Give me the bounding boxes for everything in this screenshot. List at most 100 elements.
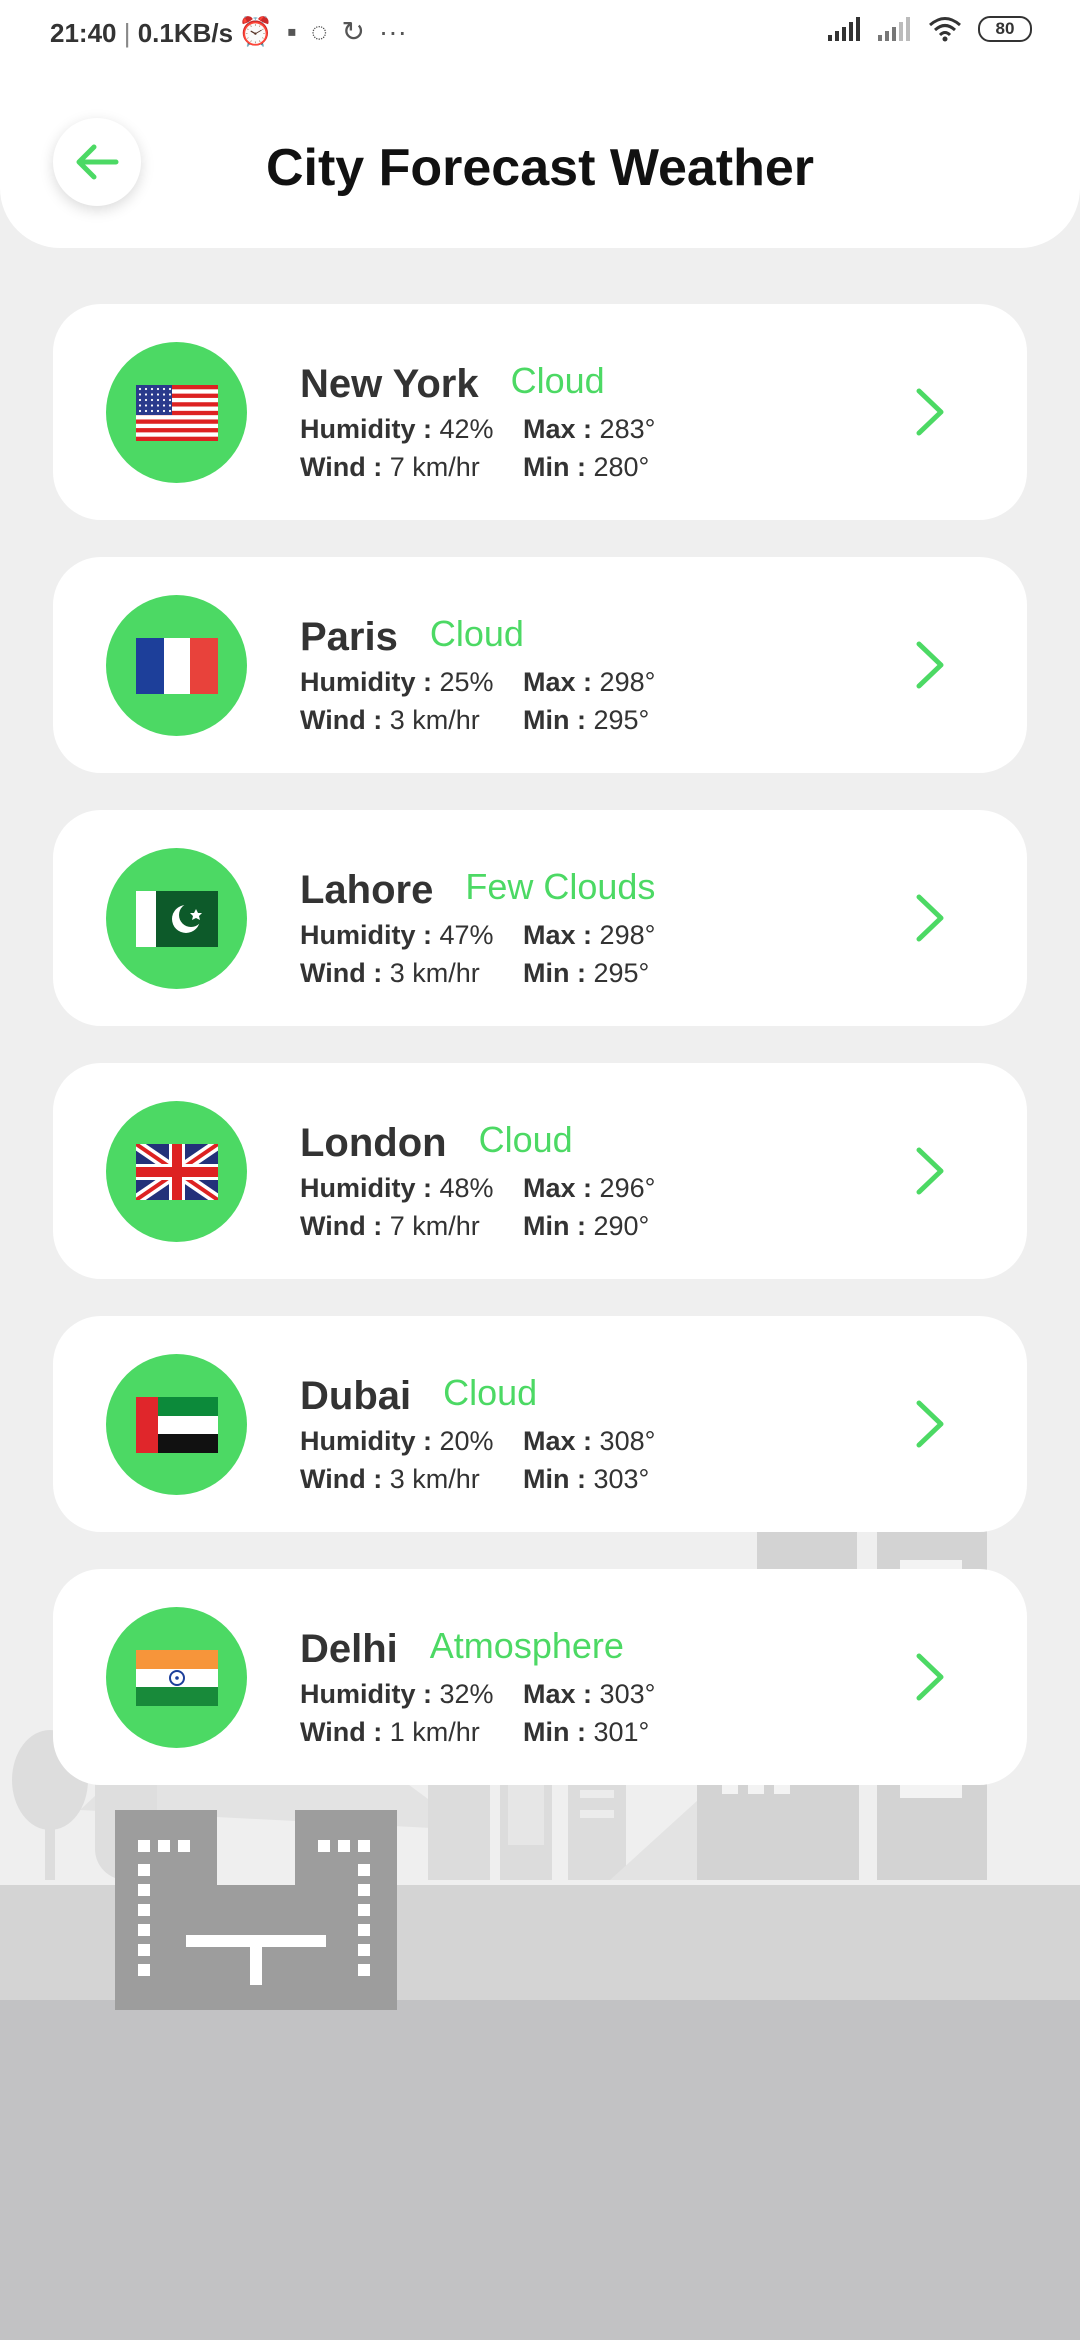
- max-row: Max : 308°: [523, 1426, 655, 1457]
- min-label: Min :: [523, 705, 586, 735]
- humidity-label: Humidity :: [300, 414, 432, 444]
- city-name: Delhi: [300, 1627, 398, 1671]
- flag-badge: [106, 1607, 247, 1748]
- min-row: Min : 295°: [523, 705, 649, 736]
- wind-value: 7 km/hr: [389, 452, 480, 482]
- min-value: 295°: [593, 958, 650, 988]
- min-value: 280°: [593, 452, 650, 482]
- wind-row: Wind : 1 km/hr: [300, 1717, 480, 1748]
- weather-condition: Cloud: [443, 1372, 538, 1413]
- wind-row: Wind : 7 km/hr: [300, 1211, 480, 1242]
- humidity-label: Humidity :: [300, 667, 432, 697]
- wind-label: Wind :: [300, 1211, 383, 1241]
- flag-badge: [106, 1354, 247, 1495]
- message-icon: ▪: [286, 15, 297, 47]
- more-notifications-icon: ···: [378, 15, 407, 47]
- min-row: Min : 303°: [523, 1464, 649, 1495]
- city-card-dubai[interactable]: Dubai Cloud Humidity : 20% Max : 308° Win…: [53, 1316, 1027, 1532]
- humidity-row: Humidity : 42%: [300, 414, 494, 445]
- city-card-new-york[interactable]: New York Cloud Humidity : 42% Max : 283° …: [53, 304, 1027, 520]
- city-name-row: London Cloud: [300, 1119, 573, 1166]
- city-name: London: [300, 1121, 447, 1165]
- min-row: Min : 290°: [523, 1211, 649, 1242]
- chevron-right-icon[interactable]: [913, 1145, 947, 1197]
- wind-label: Wind :: [300, 1464, 383, 1494]
- city-card-delhi[interactable]: Delhi Atmosphere Humidity : 32% Max : 303…: [53, 1569, 1027, 1785]
- france-flag-icon: [135, 637, 218, 694]
- sync-icon: ↻: [341, 16, 365, 47]
- humidity-value: 32%: [439, 1679, 494, 1709]
- city-name: Paris: [300, 615, 398, 659]
- weather-condition: Few Clouds: [465, 866, 656, 907]
- min-value: 301°: [593, 1717, 650, 1747]
- city-card-lahore[interactable]: Lahore Few Clouds Humidity : 47% Max : 29…: [53, 810, 1027, 1026]
- flag-badge: [106, 595, 247, 736]
- humidity-value: 48%: [439, 1173, 494, 1203]
- city-name-row: Lahore Few Clouds: [300, 866, 656, 913]
- wind-label: Wind :: [300, 1717, 383, 1747]
- wind-value: 3 km/hr: [389, 958, 480, 988]
- signal-icon: [828, 17, 860, 41]
- wind-row: Wind : 7 km/hr: [300, 452, 480, 483]
- humidity-row: Humidity : 47%: [300, 920, 494, 951]
- max-label: Max :: [523, 414, 593, 444]
- max-label: Max :: [523, 1173, 593, 1203]
- alarm-icon: ⏰: [238, 16, 273, 47]
- wind-row: Wind : 3 km/hr: [300, 705, 480, 736]
- signal-2-icon: [878, 17, 910, 41]
- city-name-row: Paris Cloud: [300, 613, 524, 660]
- wind-label: Wind :: [300, 958, 383, 988]
- humidity-value: 20%: [439, 1426, 494, 1456]
- city-card-paris[interactable]: Paris Cloud Humidity : 25% Max : 298° Win…: [53, 557, 1027, 773]
- wind-value: 3 km/hr: [389, 1464, 480, 1494]
- flag-badge: [106, 342, 247, 483]
- city-name: Lahore: [300, 868, 434, 912]
- usa-flag-icon: [135, 384, 218, 441]
- wind-value: 3 km/hr: [389, 705, 480, 735]
- min-label: Min :: [523, 1464, 586, 1494]
- chevron-right-icon[interactable]: [913, 892, 947, 944]
- humidity-label: Humidity :: [300, 1173, 432, 1203]
- chevron-right-icon[interactable]: [913, 1398, 947, 1450]
- humidity-label: Humidity :: [300, 920, 432, 950]
- page-title: City Forecast Weather: [265, 139, 815, 197]
- city-name-row: Delhi Atmosphere: [300, 1625, 624, 1672]
- min-row: Min : 280°: [523, 452, 649, 483]
- humidity-label: Humidity :: [300, 1426, 432, 1456]
- humidity-row: Humidity : 32%: [300, 1679, 494, 1710]
- wind-label: Wind :: [300, 705, 383, 735]
- humidity-row: Humidity : 20%: [300, 1426, 494, 1457]
- max-value: 298°: [599, 920, 656, 950]
- flag-badge: [106, 1101, 247, 1242]
- humidity-value: 25%: [439, 667, 494, 697]
- weather-condition: Cloud: [478, 1119, 573, 1160]
- chevron-right-icon[interactable]: [913, 386, 947, 438]
- max-label: Max :: [523, 1426, 593, 1456]
- max-row: Max : 283°: [523, 414, 655, 445]
- max-value: 296°: [599, 1173, 656, 1203]
- city-name-row: New York Cloud: [300, 360, 605, 407]
- city-name: New York: [300, 362, 479, 406]
- weather-condition: Cloud: [429, 613, 524, 654]
- min-row: Min : 301°: [523, 1717, 649, 1748]
- city-name-row: Dubai Cloud: [300, 1372, 538, 1419]
- chevron-right-icon[interactable]: [913, 1651, 947, 1703]
- uk-flag-icon: [135, 1143, 218, 1200]
- wind-row: Wind : 3 km/hr: [300, 1464, 480, 1495]
- wind-value: 1 km/hr: [389, 1717, 480, 1747]
- wifi-icon: [929, 17, 961, 42]
- wind-value: 7 km/hr: [389, 1211, 480, 1241]
- humidity-value: 42%: [439, 414, 494, 444]
- min-value: 290°: [593, 1211, 650, 1241]
- max-value: 308°: [599, 1426, 656, 1456]
- max-value: 283°: [599, 414, 656, 444]
- city-name: Dubai: [300, 1374, 412, 1418]
- humidity-value: 47%: [439, 920, 494, 950]
- min-label: Min :: [523, 1717, 586, 1747]
- battery-icon: 80: [978, 16, 1032, 42]
- max-label: Max :: [523, 667, 593, 697]
- humidity-row: Humidity : 48%: [300, 1173, 494, 1204]
- city-card-london[interactable]: London Cloud Humidity : 48% Max : 296° Wi…: [53, 1063, 1027, 1279]
- chevron-right-icon[interactable]: [913, 639, 947, 691]
- wind-row: Wind : 3 km/hr: [300, 958, 480, 989]
